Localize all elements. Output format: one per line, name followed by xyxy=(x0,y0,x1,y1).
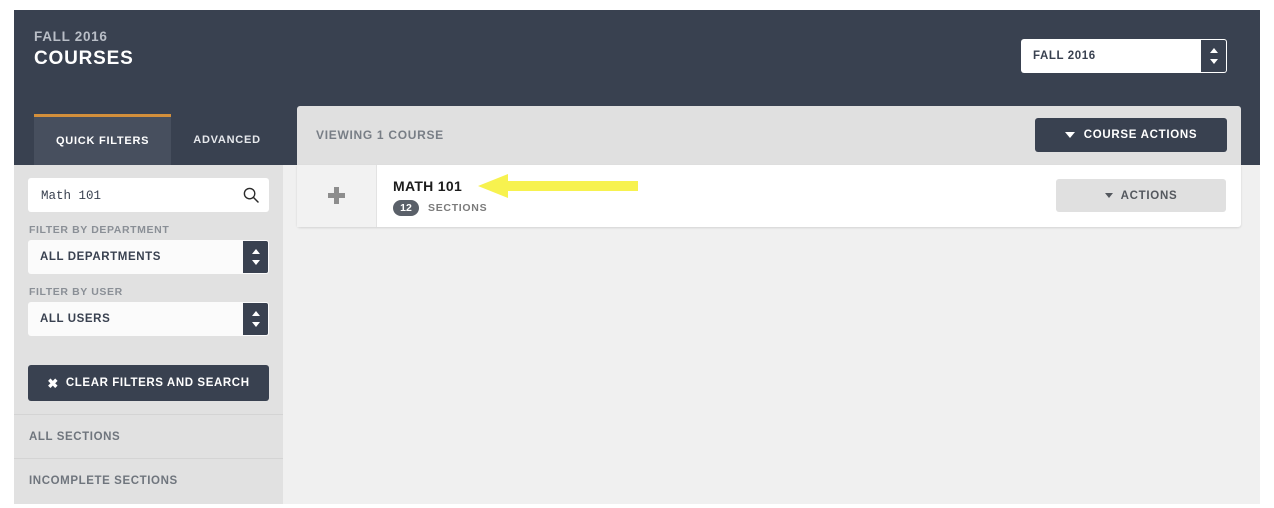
sidebar-item-label: ALL SECTIONS xyxy=(29,430,121,443)
chevron-down-icon xyxy=(1104,193,1113,198)
app-root: FALL 2016 COURSES FALL 2016 QUICK FILTER… xyxy=(14,10,1260,504)
course-row[interactable]: MATH 101 12 SECTIONS ACTIONS xyxy=(297,165,1241,227)
course-row-actions-button[interactable]: ACTIONS xyxy=(1056,179,1226,212)
sections-label: SECTIONS xyxy=(428,202,488,214)
header-titles: FALL 2016 COURSES xyxy=(34,28,134,71)
course-actions-label: COURSE ACTIONS xyxy=(1083,129,1198,141)
search-icon[interactable] xyxy=(243,187,259,203)
term-select-value: FALL 2016 xyxy=(1033,50,1096,62)
term-select[interactable]: FALL 2016 xyxy=(1021,39,1227,73)
department-stepper-icon[interactable] xyxy=(243,241,268,273)
user-filter-label: FILTER BY USER xyxy=(29,286,123,298)
term-eyebrow: FALL 2016 xyxy=(34,29,108,44)
user-stepper-icon[interactable] xyxy=(243,303,268,335)
tab-quick-filters-label: QUICK FILTERS xyxy=(56,135,150,147)
filters-sidebar: FILTER BY DEPARTMENT ALL DEPARTMENTS FIL… xyxy=(14,165,283,504)
clear-filters-label: CLEAR FILTERS AND SEARCH xyxy=(65,377,250,389)
course-name[interactable]: MATH 101 xyxy=(393,178,462,194)
search-input[interactable] xyxy=(39,178,233,214)
tab-advanced[interactable]: ADVANCED xyxy=(171,114,283,165)
results-toolbar: VIEWING 1 COURSE COURSE ACTIONS xyxy=(297,106,1241,165)
chevron-up-icon xyxy=(1209,48,1218,53)
filter-tabs: QUICK FILTERS ADVANCED xyxy=(34,114,283,165)
stepper-updown-icon[interactable] xyxy=(1201,40,1226,72)
close-x-icon: ✖ xyxy=(47,375,59,391)
user-filter-select[interactable]: ALL USERS xyxy=(28,302,269,336)
chevron-down-icon xyxy=(251,260,260,265)
sidebar-item-incomplete-sections[interactable]: INCOMPLETE SECTIONS xyxy=(14,458,283,502)
sidebar-item-all-sections[interactable]: ALL SECTIONS xyxy=(14,414,283,458)
department-filter-label: FILTER BY DEPARTMENT xyxy=(29,224,170,236)
sidebar-item-label: INCOMPLETE SECTIONS xyxy=(29,474,178,487)
main-content: VIEWING 1 COURSE COURSE ACTIONS MATH 101… xyxy=(297,106,1241,504)
expand-course-button[interactable] xyxy=(297,165,377,227)
page-title: COURSES xyxy=(34,48,134,69)
tab-advanced-label: ADVANCED xyxy=(193,133,261,146)
chevron-down-icon xyxy=(1064,132,1075,138)
section-count-badge: 12 xyxy=(393,200,419,216)
chevron-up-icon xyxy=(251,311,260,316)
search-box[interactable] xyxy=(28,178,269,214)
course-actions-button[interactable]: COURSE ACTIONS xyxy=(1035,118,1227,152)
user-filter-value: ALL USERS xyxy=(40,313,111,325)
chevron-up-icon xyxy=(251,249,260,254)
clear-filters-button[interactable]: ✖ CLEAR FILTERS AND SEARCH xyxy=(28,365,269,401)
viewing-count-text: VIEWING 1 COURSE xyxy=(316,128,444,142)
department-filter-select[interactable]: ALL DEPARTMENTS xyxy=(28,240,269,274)
department-filter-value: ALL DEPARTMENTS xyxy=(40,251,162,263)
chevron-down-icon xyxy=(251,322,260,327)
chevron-down-icon xyxy=(1209,59,1218,64)
plus-icon xyxy=(327,187,345,204)
tab-quick-filters[interactable]: QUICK FILTERS xyxy=(34,114,172,165)
course-sections-summary: 12 SECTIONS xyxy=(393,200,487,216)
course-row-actions-label: ACTIONS xyxy=(1120,189,1178,202)
section-filter-list: ALL SECTIONS INCOMPLETE SECTIONS xyxy=(14,414,283,502)
